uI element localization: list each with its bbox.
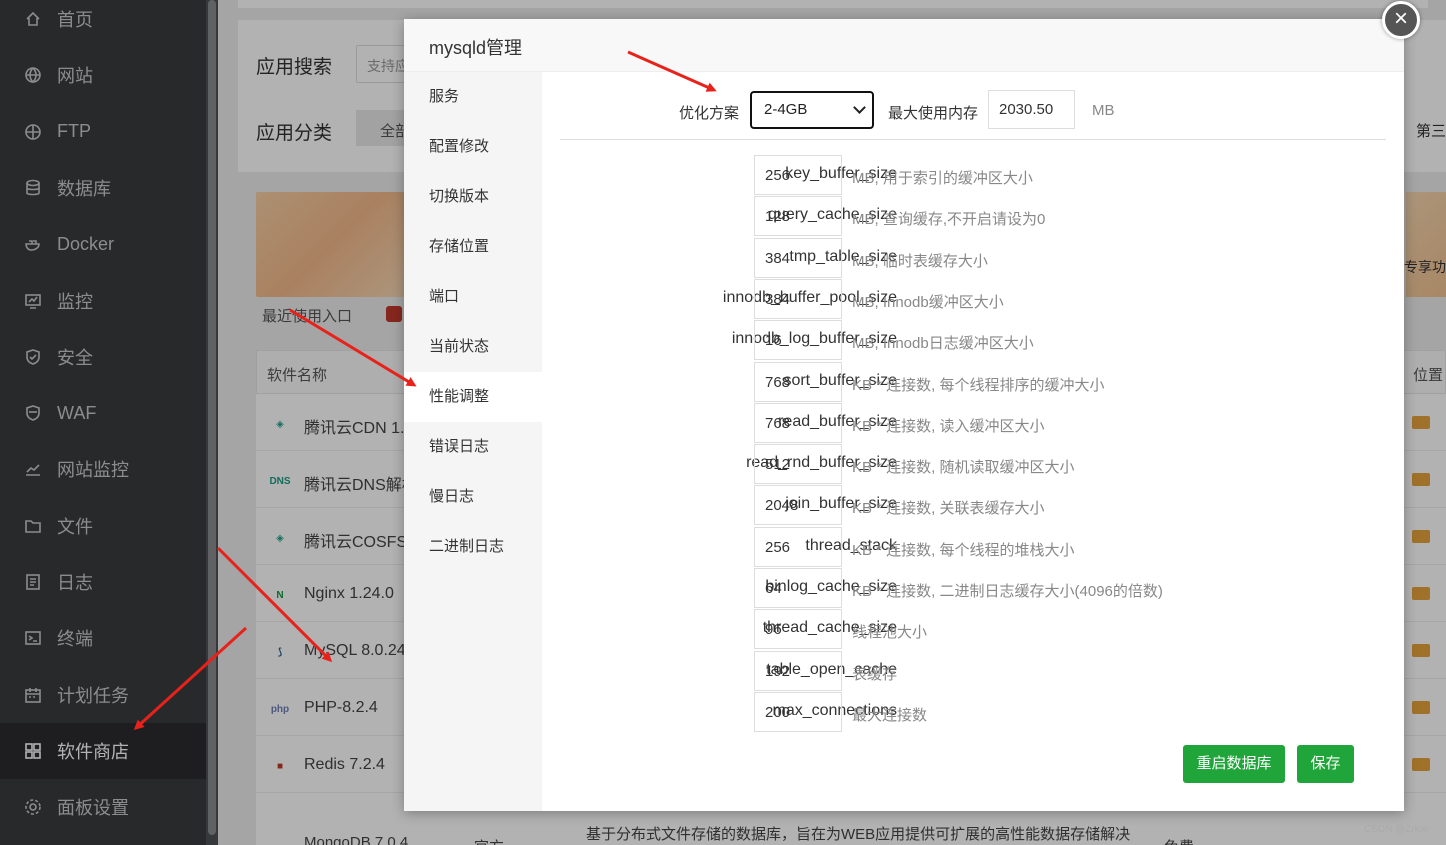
param-row-query-cache-size: query_cache_size 128 MB, 查询缓存,不开启请设为0 — [560, 196, 1360, 237]
param-input[interactable]: 2048 — [754, 485, 842, 526]
max-memory-unit: MB — [1092, 102, 1115, 119]
restart-database-button[interactable]: 重启数据库 — [1183, 745, 1285, 783]
param-row-tmp-table-size: tmp_table_size 384 MB, 临时表缓存大小 — [560, 237, 1360, 279]
param-description: MB, Innodb日志缓冲区大小 — [852, 335, 1034, 353]
dialog-menu-item[interactable]: 当前状态 — [404, 322, 542, 372]
max-memory-label: 最大使用内存 — [888, 105, 979, 122]
param-input[interactable]: 512 — [754, 444, 842, 485]
save-button[interactable]: 保存 — [1297, 745, 1354, 783]
param-description: KB * 连接数, 每个线程排序的缓冲大小 — [852, 376, 1105, 394]
watermark: CSDN @Zrlue — [1364, 824, 1429, 835]
param-row-thread-stack: thread_stack 256 KB * 连接数, 每个线程的堆栈大小 — [560, 526, 1360, 568]
param-description: MB, 用于索引的缓冲区大小 — [852, 170, 1033, 187]
param-row-read-rnd-buffer-size: read_rnd_buffer_size 512 KB * 连接数, 随机读取缓冲区… — [560, 444, 1360, 485]
param-input[interactable]: 64 — [754, 568, 842, 608]
param-input[interactable]: 16 — [754, 320, 842, 361]
dialog-title: mysqld管理 — [404, 19, 1404, 72]
param-description: KB * 连接数, 关联表缓存大小 — [852, 500, 1045, 518]
param-row-join-buffer-size: join_buffer_size 2048 KB * 连接数, 关联表缓存大小 — [560, 485, 1360, 526]
param-description: MB, Innodb缓冲区大小 — [852, 293, 1004, 311]
param-description: 最大连接数 — [852, 706, 928, 724]
param-input[interactable]: 768 — [754, 361, 842, 402]
dialog-menu-item[interactable]: 端口 — [404, 272, 542, 322]
param-row-read-buffer-size: read_buffer_size 768 KB * 连接数, 读入缓冲区大小 — [560, 402, 1360, 444]
param-input[interactable]: 192 — [754, 650, 842, 691]
param-description: MB, 临时表缓存大小 — [852, 252, 988, 270]
param-input[interactable]: 256 — [754, 526, 842, 567]
dialog-menu: 服务 配置修改 切换版本 存储位置 端口 当前状态 性能调整 错误日志 慢日志 二进制日志 — [404, 72, 542, 811]
param-description: 表缓存 — [852, 665, 898, 683]
dialog-menu-item[interactable]: 切换版本 — [404, 172, 542, 222]
param-row-sort-buffer-size: sort_buffer_size 768 KB * 连接数, 每个线程排序的缓冲大小 — [560, 361, 1360, 403]
param-input[interactable]: 384 — [754, 278, 842, 319]
param-input[interactable]: 384 — [754, 237, 842, 278]
chevron-down-icon — [853, 101, 866, 114]
dialog-menu-item[interactable]: 存储位置 — [404, 222, 542, 272]
dialog-menu-item[interactable]: 错误日志 — [404, 422, 542, 472]
dialog-menu-item[interactable]: 慢日志 — [404, 472, 542, 522]
param-row-binlog-cache-size: binlog_cache_size 64 KB * 连接数, 二进制日志缓存大小(4… — [560, 568, 1360, 609]
close-icon[interactable]: × — [1382, 1, 1420, 39]
optimize-label: 优化方案 — [679, 105, 740, 122]
max-memory-input[interactable]: 2030.50 — [988, 90, 1075, 129]
dialog-menu-item[interactable]: 服务 — [404, 72, 542, 122]
param-input[interactable]: 96 — [754, 609, 842, 650]
param-row-innodb-log-buffer-size: innodb_log_buffer_size 16 MB, Innodb日志缓冲区大… — [560, 320, 1360, 361]
dialog-menu-item[interactable]: 二进制日志 — [404, 522, 542, 572]
dialog-menu-item[interactable]: 配置修改 — [404, 122, 542, 172]
mysqld-manage-dialog: mysqld管理 服务 配置修改 切换版本 存储位置 端口 当前状态 性能调整 错误日志 慢日志… — [404, 19, 1404, 811]
param-description: KB * 连接数, 随机读取缓冲区大小 — [852, 459, 1075, 477]
param-row-table-open-cache: table_open_cache 192 表缓存 — [560, 650, 1360, 692]
param-description: 线程池大小 — [852, 624, 928, 642]
param-row-thread-cache-size: thread_cache_size 96 线程池大小 — [560, 609, 1360, 650]
param-description: KB * 连接数, 读入缓冲区大小 — [852, 417, 1045, 435]
param-input[interactable]: 128 — [754, 196, 842, 237]
param-input[interactable]: 200 — [754, 691, 842, 732]
param-row-max-connections: max_connections 200 最大连接数 — [560, 691, 1360, 733]
optimize-select-value: 2-4GB — [764, 101, 808, 118]
param-input[interactable]: 256 — [754, 155, 842, 195]
param-description: KB * 连接数, 二进制日志缓存大小(4096的倍数) — [852, 583, 1163, 600]
dialog-menu-item[interactable]: 性能调整 — [404, 372, 542, 422]
param-description: KB * 连接数, 每个线程的堆栈大小 — [852, 541, 1075, 559]
param-row-innodb-buffer-pool-size: innodb_buffer_pool_size 384 MB, Innodb缓冲区大… — [560, 278, 1360, 320]
param-row-key-buffer-size: key_buffer_size 256 MB, 用于索引的缓冲区大小 — [560, 155, 1360, 196]
optimize-select[interactable]: 2-4GB — [750, 91, 874, 129]
param-description: MB, 查询缓存,不开启请设为0 — [852, 211, 1046, 229]
param-input[interactable]: 768 — [754, 402, 842, 443]
